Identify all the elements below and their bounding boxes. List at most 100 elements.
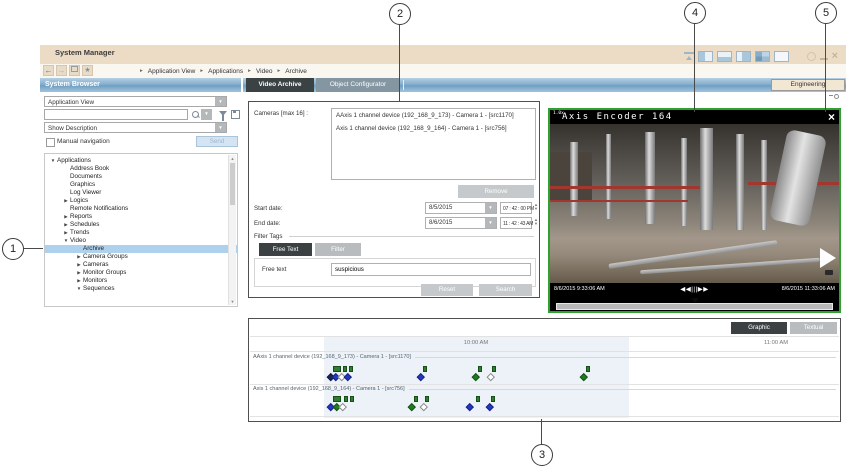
start-time-field[interactable]: 07 : 42 : 00 PM — [500, 202, 532, 214]
calendar-dropdown-icon[interactable]: ▼ — [485, 203, 496, 213]
play-icon[interactable] — [820, 248, 836, 268]
recording-segment[interactable] — [586, 366, 590, 372]
close-video-icon[interactable]: × — [828, 110, 835, 124]
manual-navigation-checkbox[interactable] — [46, 138, 55, 147]
tab-filter[interactable]: Filter — [315, 243, 361, 256]
chevron-collapsed-icon: ▶ — [75, 269, 83, 277]
recording-segment[interactable] — [333, 396, 341, 402]
tree-item-logics[interactable]: ▶Logics — [45, 197, 237, 205]
seek-track[interactable] — [556, 303, 833, 310]
timeline-row-label: Axis 1 channel device (192_168_9_164) - … — [253, 386, 836, 392]
tree-item-monitors[interactable]: ▶Monitors — [45, 277, 237, 285]
recording-segment[interactable] — [423, 366, 427, 372]
tree-item-sequences[interactable]: ▼Sequences — [45, 285, 237, 293]
recording-segment[interactable] — [425, 396, 429, 402]
callout-line-3 — [541, 419, 542, 444]
chevron-down-icon[interactable]: ▼ — [215, 123, 226, 132]
cameras-listbox[interactable]: AAxis 1 channel device (192_168_9_173) -… — [331, 108, 536, 180]
tab-free-text[interactable]: Free Text — [259, 243, 312, 256]
camera-list-item[interactable]: Axis 1 channel device (192_168_9_164) - … — [332, 122, 535, 135]
calendar-dropdown-icon[interactable]: ▼ — [485, 218, 496, 228]
video-titlebar: 1.0x Axis Encoder 164 × — [550, 110, 839, 124]
recording-segment[interactable] — [476, 396, 480, 402]
tree-item-remote-notifications[interactable]: Remote Notifications — [45, 205, 237, 213]
tree-item-trends[interactable]: ▶Trends — [45, 229, 237, 237]
collapse-toolbar-icon[interactable] — [684, 52, 694, 61]
layout-single-pane-icon[interactable] — [774, 51, 789, 62]
camera-list-item[interactable]: AAxis 1 channel device (192_168_9_173) -… — [332, 109, 535, 122]
end-time-spinner[interactable]: ▲▼ — [533, 218, 539, 226]
reset-button[interactable]: Reset — [421, 284, 473, 296]
tree-item-documents[interactable]: Documents — [45, 173, 237, 181]
scrollbar-thumb[interactable] — [230, 163, 235, 205]
tree-item-log-viewer[interactable]: Log Viewer — [45, 189, 237, 197]
tree-item-monitor-groups[interactable]: ▶Monitor Groups — [45, 269, 237, 277]
view-selector[interactable]: Application View ▼ — [44, 96, 227, 107]
scroll-up-icon[interactable]: ▲ — [229, 156, 236, 161]
send-button[interactable]: Send — [196, 136, 238, 147]
layout-quad-pane-icon[interactable] — [755, 51, 770, 62]
back-button[interactable]: ← — [43, 65, 54, 76]
graphic-button[interactable]: Graphic — [731, 322, 787, 334]
recording-segment[interactable] — [491, 396, 495, 402]
scroll-down-icon[interactable]: ▼ — [229, 299, 236, 304]
recording-segment[interactable] — [344, 396, 348, 402]
tree-scrollbar[interactable]: ▲ ▼ — [228, 155, 236, 305]
tree-item-applications[interactable]: ▼Applications — [45, 157, 237, 165]
view-selector-value: Application View — [48, 99, 94, 106]
tab-video-archive[interactable]: Video Archive — [246, 78, 314, 92]
search-dropdown-icon[interactable]: ▼ — [201, 109, 212, 120]
tree-item-address-book[interactable]: Address Book — [45, 165, 237, 173]
breadcrumb-item-application-view[interactable]: Application View — [148, 68, 196, 75]
detach-window-button[interactable] — [69, 65, 80, 76]
end-date-field[interactable]: 8/6/2015 ▼ — [425, 217, 497, 229]
favorites-button[interactable]: ★ — [82, 65, 93, 76]
chevron-expanded-icon: ▼ — [49, 157, 57, 165]
search-button[interactable]: Search — [479, 284, 532, 296]
playback-end-time: 8/6/2015 11:33:06 AM — [782, 286, 835, 292]
search-icon[interactable] — [192, 111, 199, 118]
breadcrumb-item-video[interactable]: Video — [256, 68, 273, 75]
chevron-down-icon[interactable]: ▼ — [215, 97, 226, 106]
pin-icon[interactable] — [829, 94, 839, 98]
start-date-field[interactable]: 8/5/2015 ▼ — [425, 202, 497, 214]
tree-item-archive[interactable]: Archive — [45, 245, 237, 253]
tree-item-cameras[interactable]: ▶Cameras — [45, 261, 237, 269]
breadcrumb-item-archive[interactable]: Archive — [285, 68, 307, 75]
recording-segment[interactable] — [333, 366, 341, 372]
textual-button[interactable]: Textual — [790, 322, 837, 334]
tree-item-reports[interactable]: ▶Reports — [45, 213, 237, 221]
filter-icon[interactable] — [219, 111, 227, 116]
recording-segment[interactable] — [414, 396, 418, 402]
seek-thumb-icon[interactable] — [691, 298, 699, 303]
engineering-button[interactable]: Engineering — [771, 79, 845, 91]
tab-object-configurator[interactable]: Object Configurator — [316, 78, 400, 92]
tree-item-video[interactable]: ▼Video — [45, 237, 237, 245]
close-window-icon[interactable]: × — [832, 52, 838, 61]
tree-item-camera-groups[interactable]: ▶Camera Groups — [45, 253, 237, 261]
chevron-collapsed-icon: ▶ — [62, 229, 70, 237]
recording-segment[interactable] — [492, 366, 496, 372]
end-time-field[interactable]: 11 : 42 : 43 AM — [500, 217, 532, 229]
minimize-icon[interactable] — [820, 58, 828, 60]
recording-segment[interactable] — [343, 366, 347, 372]
recording-segment[interactable] — [478, 366, 482, 372]
timeline-row-rule — [415, 357, 836, 358]
layout-two-pane-icon[interactable] — [698, 51, 713, 62]
start-time-spinner[interactable]: ▲▼ — [533, 203, 539, 211]
remove-button[interactable]: Remove — [458, 185, 534, 198]
recording-segment[interactable] — [349, 366, 353, 372]
save-icon[interactable] — [231, 110, 240, 119]
tree-item-schedules[interactable]: ▶Schedules — [45, 221, 237, 229]
layout-right-pane-icon[interactable] — [736, 51, 751, 62]
free-text-input[interactable] — [331, 263, 531, 276]
display-mode-selector[interactable]: Show Description ▼ — [44, 122, 227, 133]
forward-button[interactable]: → — [56, 65, 67, 76]
search-input[interactable] — [44, 109, 188, 120]
layout-bottom-pane-icon[interactable] — [717, 51, 732, 62]
breadcrumb-item-applications[interactable]: Applications — [208, 68, 243, 75]
recording-segment[interactable] — [350, 396, 354, 402]
tree-item-graphics[interactable]: Graphics — [45, 181, 237, 189]
tree-item-label: Logics — [70, 197, 88, 205]
jog-controls[interactable]: ◀◀|||▶▶ — [680, 285, 709, 293]
